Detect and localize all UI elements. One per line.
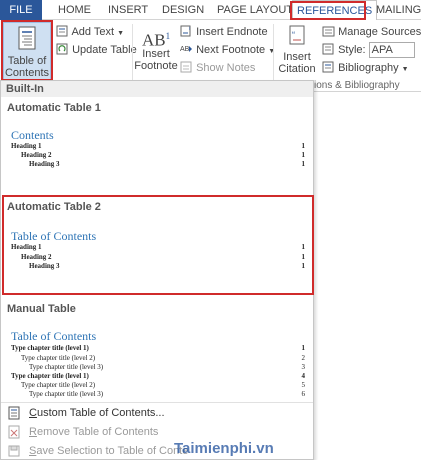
watermark-logo: Taimienphi.vn xyxy=(174,440,274,457)
style-icon xyxy=(322,43,334,55)
ribbon-separator xyxy=(273,24,274,80)
custom-toc-icon xyxy=(8,406,20,420)
style-selector[interactable]: Style: APA xyxy=(322,42,415,58)
toc-entry: Type chapter title (level 3)............… xyxy=(29,363,305,371)
add-text-icon xyxy=(56,25,68,37)
tab-file[interactable]: FILE xyxy=(0,0,42,20)
manage-sources-button[interactable]: Manage Sources xyxy=(322,24,421,40)
tab-insert[interactable]: INSERT xyxy=(108,0,148,20)
tab-design[interactable]: DESIGN xyxy=(162,0,204,20)
remove-toc-icon xyxy=(8,425,20,439)
update-table-button[interactable]: Update Table xyxy=(56,42,137,58)
toc-entry: Heading 2...............................… xyxy=(21,151,305,159)
footnote-icon: AB1 xyxy=(141,30,171,50)
insert-footnote-button[interactable]: AB1 Insert Footnote xyxy=(134,24,178,72)
tab-mailings[interactable]: MAILINGS xyxy=(376,0,421,20)
toc-entry: Type chapter title (level 1)............… xyxy=(11,372,305,380)
chevron-down-icon: ▼ xyxy=(117,30,125,37)
update-table-icon xyxy=(56,43,68,55)
tab-page-layout[interactable]: PAGE LAYOUT xyxy=(217,0,293,20)
references-tab-highlight xyxy=(290,1,366,20)
menu-divider xyxy=(1,402,313,403)
next-footnote-icon: AB xyxy=(180,46,192,53)
manage-sources-icon xyxy=(322,26,335,37)
save-selection-icon xyxy=(8,445,20,457)
svg-text:AB: AB xyxy=(180,46,190,53)
bibliography-button[interactable]: Bibliography ▼ xyxy=(322,60,409,76)
toc-entry: Heading 1...............................… xyxy=(11,142,305,150)
citations-group-label: ions & Bibliography xyxy=(314,80,400,91)
toc-entry: Type chapter title (level 3)............… xyxy=(29,390,305,398)
automatic-table-1-caption: Contents xyxy=(11,128,54,142)
manual-table-title: Manual Table xyxy=(7,303,76,315)
chevron-down-icon: ▼ xyxy=(268,48,276,55)
toc-gallery-dropdown: Built-In Automatic Table 1 Contents Head… xyxy=(0,80,314,460)
automatic-table-1-title: Automatic Table 1 xyxy=(7,102,101,114)
tab-home[interactable]: HOME xyxy=(58,0,91,20)
show-notes-button[interactable]: Show Notes xyxy=(180,60,255,76)
svg-text:i: i xyxy=(189,26,190,32)
save-selection-to-toc-gallery-item[interactable]: Save Selection to Table of Conte xyxy=(7,442,188,460)
insert-endnote-button[interactable]: i Insert Endnote xyxy=(180,24,268,40)
toc-entry: Type chapter title (level 2)............… xyxy=(21,354,305,362)
add-text-button[interactable]: Add Text ▼ xyxy=(56,24,124,40)
svg-text:“: “ xyxy=(292,30,295,40)
toc-entry: Type chapter title (level 2)............… xyxy=(21,381,305,389)
remove-table-of-contents-item[interactable]: Remove Table of Contents xyxy=(7,423,158,441)
manual-table-caption: Table of Contents xyxy=(11,329,97,343)
toc-entry: Heading 3...............................… xyxy=(29,160,305,168)
automatic-table-2-highlight xyxy=(2,195,314,295)
built-in-header: Built-In xyxy=(1,81,313,97)
next-footnote-button[interactable]: AB Next Footnote ▼ xyxy=(180,42,275,58)
bibliography-icon xyxy=(322,61,334,73)
style-dropdown[interactable]: APA xyxy=(368,42,415,58)
show-notes-icon xyxy=(180,61,192,73)
chevron-down-icon: ▼ xyxy=(401,66,409,73)
insert-endnote-icon: i xyxy=(180,25,191,37)
toc-entry: Type chapter title (level 1)............… xyxy=(11,344,305,352)
toc-button-highlight xyxy=(1,20,53,81)
custom-table-of-contents-item[interactable]: Custom Table of Contents... xyxy=(7,404,165,422)
insert-citation-icon: “ xyxy=(289,25,305,45)
ribbon-separator xyxy=(132,24,133,80)
